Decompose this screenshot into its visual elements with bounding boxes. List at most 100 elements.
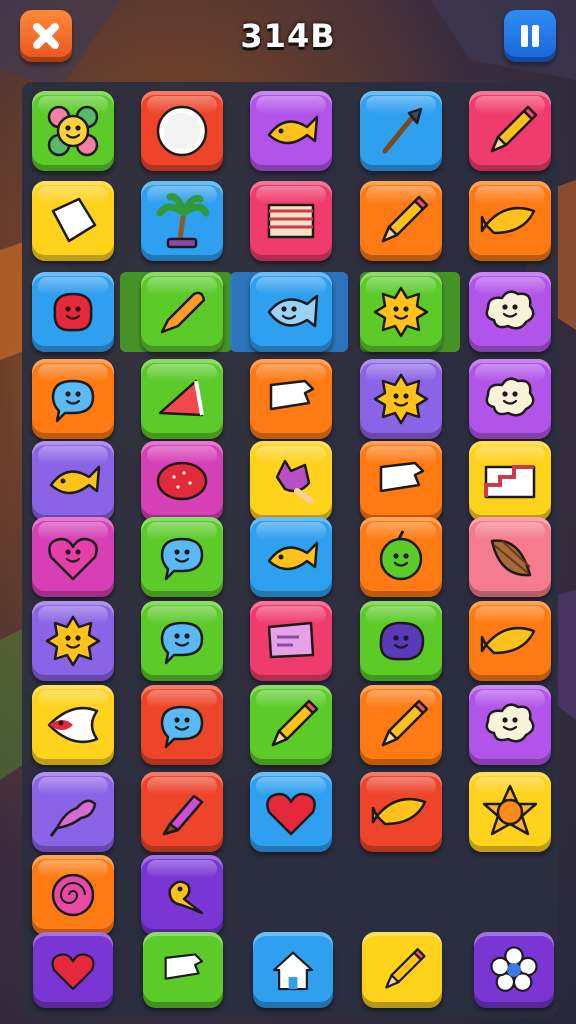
pencil-icon: [490, 105, 538, 153]
game-tile[interactable]: [32, 441, 114, 521]
close-x-icon: [33, 23, 59, 49]
game-tile[interactable]: [141, 91, 223, 171]
game-tile[interactable]: [141, 517, 223, 597]
fish-head-icon: [47, 706, 99, 744]
game-tile[interactable]: [141, 359, 223, 439]
game-tile[interactable]: [141, 685, 223, 765]
game-tile[interactable]: [469, 517, 551, 597]
flag-note-icon: [267, 621, 315, 659]
sun-face-icon: [373, 286, 429, 338]
game-tile[interactable]: [32, 272, 114, 352]
smiling-flower-icon: [47, 105, 99, 157]
fish-icon: [267, 115, 319, 145]
home-icon: [272, 951, 314, 991]
game-tile[interactable]: [469, 441, 551, 521]
game-tile[interactable]: [32, 181, 114, 261]
orange-star-icon: [482, 784, 538, 836]
crayon-icon: [160, 291, 206, 334]
heart-icon: [51, 953, 95, 991]
palm-tree-icon: [156, 193, 210, 249]
game-tile[interactable]: [250, 601, 332, 681]
green-blob-face-icon: [379, 530, 423, 581]
fish-icon: [267, 541, 319, 571]
game-tile[interactable]: [469, 772, 551, 852]
game-tile[interactable]: [469, 91, 551, 171]
home-button[interactable]: [253, 932, 333, 1008]
game-tile[interactable]: [469, 272, 551, 352]
pause-icon: [521, 25, 539, 47]
pencil-icon: [381, 195, 429, 243]
close-button[interactable]: [20, 10, 72, 62]
brush-icon: [382, 107, 423, 154]
game-tile[interactable]: [250, 772, 332, 852]
bird-icon: [168, 880, 204, 915]
game-tile[interactable]: [360, 359, 442, 439]
game-tile[interactable]: [141, 272, 223, 352]
game-tile[interactable]: [250, 441, 332, 521]
popsicle-cat-icon: [275, 459, 314, 504]
fish-icon: [49, 465, 101, 495]
cocoa-pod-icon: [490, 539, 532, 577]
game-tile[interactable]: [469, 685, 551, 765]
cloud-face-icon: [485, 377, 535, 417]
flag-icon: [267, 203, 315, 239]
flower-button[interactable]: [474, 932, 554, 1008]
speech-bubble-face-icon: [160, 537, 204, 581]
game-tile[interactable]: [469, 601, 551, 681]
game-tile[interactable]: [32, 91, 114, 171]
game-tile[interactable]: [141, 855, 223, 935]
game-tile[interactable]: [250, 359, 332, 439]
game-tile[interactable]: [32, 601, 114, 681]
note-button[interactable]: [143, 932, 223, 1008]
score-display: 314B: [240, 17, 336, 55]
leaf-fish-icon: [371, 797, 427, 826]
fish-face-icon: [267, 294, 319, 328]
game-tile[interactable]: [469, 359, 551, 439]
game-tile[interactable]: [250, 272, 332, 352]
strawberry-icon: [156, 461, 208, 501]
pencil-icon: [271, 699, 319, 747]
game-tile[interactable]: [32, 772, 114, 852]
game-tile[interactable]: [32, 517, 114, 597]
speech-bubble-face-icon: [160, 705, 204, 749]
game-tile[interactable]: [360, 441, 442, 521]
sun-face-icon: [373, 373, 429, 425]
game-tile[interactable]: [360, 181, 442, 261]
game-tile[interactable]: [360, 685, 442, 765]
speech-bubble-face-icon: [51, 379, 95, 423]
game-tile[interactable]: [250, 91, 332, 171]
clock-face-icon: [156, 105, 208, 157]
game-tile[interactable]: [32, 855, 114, 935]
pencil-button[interactable]: [362, 932, 442, 1008]
heart-face-icon: [48, 537, 98, 581]
game-tile[interactable]: [360, 517, 442, 597]
game-tile[interactable]: [141, 441, 223, 521]
heart-icon: [266, 792, 316, 836]
heart-button[interactable]: [33, 932, 113, 1008]
game-tile[interactable]: [141, 181, 223, 261]
game-tile[interactable]: [360, 772, 442, 852]
cloud-face-icon: [485, 290, 535, 330]
game-tile[interactable]: [250, 685, 332, 765]
game-tile[interactable]: [360, 601, 442, 681]
game-tile[interactable]: [469, 181, 551, 261]
speech-bubble-face-icon: [160, 621, 204, 665]
game-tile[interactable]: [360, 272, 442, 352]
game-tile[interactable]: [32, 685, 114, 765]
game-tile[interactable]: [141, 601, 223, 681]
paper-note-icon: [164, 953, 204, 980]
pause-button[interactable]: [504, 10, 556, 62]
game-tile[interactable]: [141, 772, 223, 852]
seahorse-icon: [49, 799, 97, 837]
paper-sheet-icon: [51, 197, 97, 243]
sun-face-icon: [45, 615, 101, 667]
leaf-fish-icon: [480, 626, 536, 655]
cloud-face-icon: [485, 703, 535, 743]
game-tile[interactable]: [250, 181, 332, 261]
rose-icon: [51, 873, 95, 917]
purple-blob-face-icon: [379, 621, 425, 661]
game-tile[interactable]: [32, 359, 114, 439]
pencil-icon: [385, 948, 426, 989]
game-tile[interactable]: [360, 91, 442, 171]
game-tile[interactable]: [250, 517, 332, 597]
